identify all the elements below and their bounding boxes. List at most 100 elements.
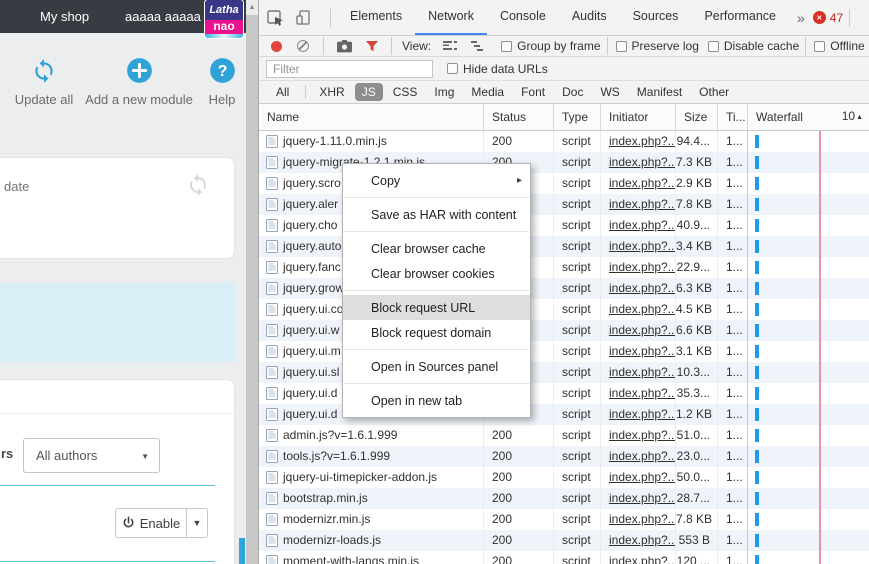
enable-split-button[interactable]: Enable ▼ xyxy=(115,508,208,538)
initiator-link[interactable]: index.php?... xyxy=(609,512,675,526)
tab-console[interactable]: Console xyxy=(487,0,559,35)
network-row[interactable]: admin.js?v=1.6.1.999 200 script index.php?.… xyxy=(259,425,869,446)
initiator-link[interactable]: index.php?... xyxy=(609,239,675,253)
add-module-button[interactable]: Add a new module xyxy=(84,57,194,107)
offline-checkbox[interactable] xyxy=(814,40,826,52)
filter-xhr[interactable]: XHR xyxy=(312,83,351,101)
update-all-button[interactable]: Update all xyxy=(8,57,80,107)
filter-funnel-icon[interactable] xyxy=(366,40,378,52)
menu-item-open-in-new-tab[interactable]: Open in new tab xyxy=(343,388,530,413)
enable-dropdown-caret[interactable]: ▼ xyxy=(186,509,207,537)
initiator-link[interactable]: index.php?... xyxy=(609,176,675,190)
initiator-link[interactable]: index.php?... xyxy=(609,470,675,484)
page-scrollbar[interactable]: ▲ xyxy=(246,0,258,564)
initiator-link[interactable]: index.php?... xyxy=(609,407,675,421)
menu-item-copy[interactable]: Copy ▸ xyxy=(343,168,530,193)
script-file-icon xyxy=(266,471,278,484)
request-type: script xyxy=(553,488,600,509)
device-toolbar-icon[interactable] xyxy=(296,10,312,25)
more-tabs-icon[interactable]: » xyxy=(789,10,813,26)
tab-network[interactable]: Network xyxy=(415,0,487,35)
initiator-link[interactable]: index.php?... xyxy=(609,323,675,337)
filter-media[interactable]: Media xyxy=(464,83,511,101)
filter-card: date xyxy=(0,157,235,259)
request-status: 200 xyxy=(483,509,553,530)
initiator-link[interactable]: index.php?... xyxy=(609,134,675,148)
menu-item-clear-browser-cache[interactable]: Clear browser cache xyxy=(343,236,530,261)
hide-data-urls-checkbox[interactable] xyxy=(447,63,458,74)
request-time: 1... xyxy=(717,509,747,530)
initiator-link[interactable]: index.php?... xyxy=(609,554,675,564)
menu-item-block-request-url[interactable]: Block request URL xyxy=(343,295,530,320)
disable-cache-checkbox[interactable] xyxy=(707,40,719,52)
network-row[interactable]: bootstrap.min.js 200 script index.php?... 28… xyxy=(259,488,869,509)
network-row[interactable]: modernizr-loads.js 200 script index.php?...… xyxy=(259,530,869,551)
column-header-type[interactable]: Type xyxy=(553,104,600,130)
filter-font[interactable]: Font xyxy=(514,83,552,101)
request-time: 1... xyxy=(717,425,747,446)
authors-select[interactable]: All authors ▼ xyxy=(23,438,160,473)
initiator-link[interactable]: index.php?... xyxy=(609,260,675,274)
initiator-link[interactable]: index.php?... xyxy=(609,155,675,169)
chevron-down-icon: ▼ xyxy=(141,452,149,461)
initiator-link[interactable]: index.php?... xyxy=(609,533,675,547)
capture-screenshots-icon[interactable] xyxy=(337,39,352,53)
network-row[interactable]: moment-with-langs.min.js 200 script index.p… xyxy=(259,551,869,564)
scrollbar-up-icon[interactable]: ▲ xyxy=(246,0,258,15)
initiator-link[interactable]: index.php?... xyxy=(609,281,675,295)
column-header-status[interactable]: Status xyxy=(483,104,553,130)
card-refresh-icon[interactable] xyxy=(186,173,210,202)
menu-item-open-in-sources-panel[interactable]: Open in Sources panel xyxy=(343,354,530,379)
menu-item-block-request-domain[interactable]: Block request domain xyxy=(343,320,530,345)
network-row[interactable]: modernizr.min.js 200 script index.php?... 7.… xyxy=(259,509,869,530)
request-time: 1... xyxy=(717,341,747,362)
filter-css[interactable]: CSS xyxy=(386,83,425,101)
filter-input[interactable] xyxy=(266,59,433,78)
group-by-frame-checkbox[interactable] xyxy=(501,40,513,52)
shop-name-link[interactable]: My shop xyxy=(40,0,89,33)
initiator-link[interactable]: index.php?... xyxy=(609,365,675,379)
filter-doc[interactable]: Doc xyxy=(555,83,590,101)
filter-other[interactable]: Other xyxy=(692,83,736,101)
network-row[interactable]: jquery-ui-timepicker-addon.js 200 script in… xyxy=(259,467,869,488)
help-button[interactable]: ? Help xyxy=(196,57,248,107)
inspect-element-icon[interactable] xyxy=(267,9,284,26)
record-button[interactable] xyxy=(271,40,282,52)
network-row[interactable]: tools.js?v=1.6.1.999 200 script index.php?.… xyxy=(259,446,869,467)
network-row[interactable]: jquery-1.11.0.min.js 200 script index.php?.… xyxy=(259,131,869,152)
filter-img[interactable]: Img xyxy=(427,83,461,101)
preserve-log-checkbox[interactable] xyxy=(615,40,627,52)
column-header-name[interactable]: Name xyxy=(259,104,483,130)
initiator-link[interactable]: index.php?... xyxy=(609,218,675,232)
tab-audits[interactable]: Audits xyxy=(559,0,620,35)
tab-performance[interactable]: Performance xyxy=(691,0,789,35)
initiator-link[interactable]: index.php?... xyxy=(609,302,675,316)
error-badge[interactable]: ✕ 47 xyxy=(812,11,843,25)
menu-item-save-as-har-with-content[interactable]: Save as HAR with content xyxy=(343,202,530,227)
initiator-link[interactable]: index.php?... xyxy=(609,428,675,442)
script-file-icon xyxy=(266,219,278,232)
filter-js[interactable]: JS xyxy=(354,83,383,101)
column-header-size[interactable]: Size xyxy=(675,104,717,130)
column-header-waterfall[interactable]: Waterfall 10 ▲ xyxy=(747,104,869,130)
user-menu[interactable]: aaaaa aaaaa▾ xyxy=(125,0,210,35)
initiator-link[interactable]: index.php?... xyxy=(609,197,675,211)
initiator-link[interactable]: index.php?... xyxy=(609,449,675,463)
kebab-menu-icon[interactable]: ⋮ xyxy=(856,9,869,26)
request-time: 1... xyxy=(717,131,747,152)
column-header-time[interactable]: Ti... xyxy=(717,104,747,130)
clear-log-icon[interactable] xyxy=(297,40,309,52)
filter-ws[interactable]: WS xyxy=(593,83,626,101)
tab-elements[interactable]: Elements xyxy=(337,0,415,35)
column-header-initiator[interactable]: Initiator xyxy=(600,104,675,130)
large-rows-icon[interactable] xyxy=(443,40,458,52)
tab-sources[interactable]: Sources xyxy=(620,0,692,35)
filter-manifest[interactable]: Manifest xyxy=(630,83,689,101)
initiator-link[interactable]: index.php?... xyxy=(609,386,675,400)
enable-button[interactable]: Enable xyxy=(116,509,186,537)
filter-all[interactable]: All xyxy=(269,83,296,101)
initiator-link[interactable]: index.php?... xyxy=(609,491,675,505)
show-overview-icon[interactable] xyxy=(471,40,485,52)
menu-item-clear-browser-cookies[interactable]: Clear browser cookies xyxy=(343,261,530,286)
initiator-link[interactable]: index.php?... xyxy=(609,344,675,358)
